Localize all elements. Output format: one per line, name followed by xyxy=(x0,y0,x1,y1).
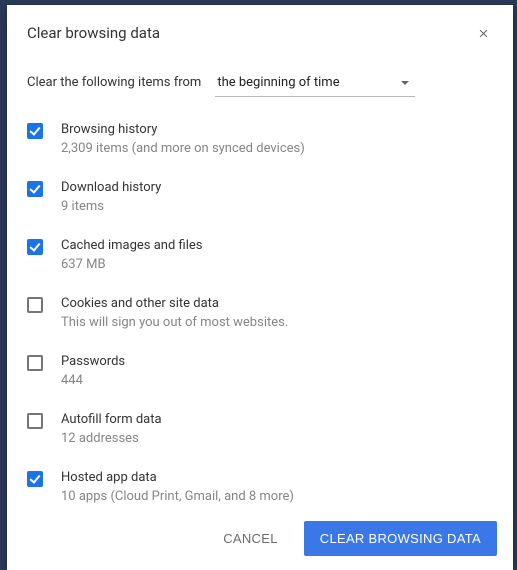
intro-text: Clear the following items from xyxy=(27,75,201,90)
item-subtitle: This will sign you out of most websites. xyxy=(61,314,493,333)
item-title: Browsing history xyxy=(61,121,493,139)
item-subtitle: 9 items xyxy=(61,198,493,217)
time-range-value: the beginning of time xyxy=(217,75,339,90)
item-row: Hosted app data10 apps (Cloud Print, Gma… xyxy=(27,459,493,509)
checkbox[interactable] xyxy=(27,297,43,313)
checkbox[interactable] xyxy=(27,471,43,487)
item-subtitle: 444 xyxy=(61,372,493,391)
item-subtitle: 10 apps (Cloud Print, Gmail, and 8 more) xyxy=(61,488,493,507)
item-title: Autofill form data xyxy=(61,411,493,429)
time-range-dropdown[interactable]: the beginning of time xyxy=(215,71,415,97)
item-text: Autofill form data12 addresses xyxy=(61,411,493,449)
clear-button[interactable]: CLEAR BROWSING DATA xyxy=(304,521,497,556)
checkbox[interactable] xyxy=(27,413,43,429)
dialog-footer: CANCEL CLEAR BROWSING DATA xyxy=(7,509,513,570)
item-subtitle: 637 MB xyxy=(61,256,493,275)
item-row: Download history9 items xyxy=(27,169,493,227)
checkbox[interactable] xyxy=(27,355,43,371)
checkbox[interactable] xyxy=(27,181,43,197)
dialog-header: Clear browsing data xyxy=(7,5,513,53)
intro-row: Clear the following items from the begin… xyxy=(7,53,513,105)
item-title: Cookies and other site data xyxy=(61,295,493,313)
item-text: Browsing history2,309 items (and more on… xyxy=(61,121,493,159)
item-text: Passwords444 xyxy=(61,353,493,391)
item-text: Cookies and other site dataThis will sig… xyxy=(61,295,493,333)
item-subtitle: 12 addresses xyxy=(61,430,493,449)
item-row: Browsing history2,309 items (and more on… xyxy=(27,111,493,169)
item-row: Passwords444 xyxy=(27,343,493,401)
cancel-button[interactable]: CANCEL xyxy=(207,521,294,556)
close-icon xyxy=(477,27,490,40)
checkbox[interactable] xyxy=(27,123,43,139)
item-row: Cookies and other site dataThis will sig… xyxy=(27,285,493,343)
item-subtitle: 2,309 items (and more on synced devices) xyxy=(61,140,493,159)
item-text: Cached images and files637 MB xyxy=(61,237,493,275)
items-list: Browsing history2,309 items (and more on… xyxy=(7,105,513,509)
checkbox[interactable] xyxy=(27,239,43,255)
item-title: Hosted app data xyxy=(61,469,493,487)
dialog-title: Clear browsing data xyxy=(27,24,473,42)
item-row: Cached images and files637 MB xyxy=(27,227,493,285)
close-button[interactable] xyxy=(473,23,493,43)
item-text: Download history9 items xyxy=(61,179,493,217)
clear-browsing-data-dialog: Clear browsing data Clear the following … xyxy=(7,5,513,570)
chevron-down-icon xyxy=(401,81,409,85)
item-title: Cached images and files xyxy=(61,237,493,255)
item-row: Autofill form data12 addresses xyxy=(27,401,493,459)
item-title: Passwords xyxy=(61,353,493,371)
item-title: Download history xyxy=(61,179,493,197)
item-text: Hosted app data10 apps (Cloud Print, Gma… xyxy=(61,469,493,507)
